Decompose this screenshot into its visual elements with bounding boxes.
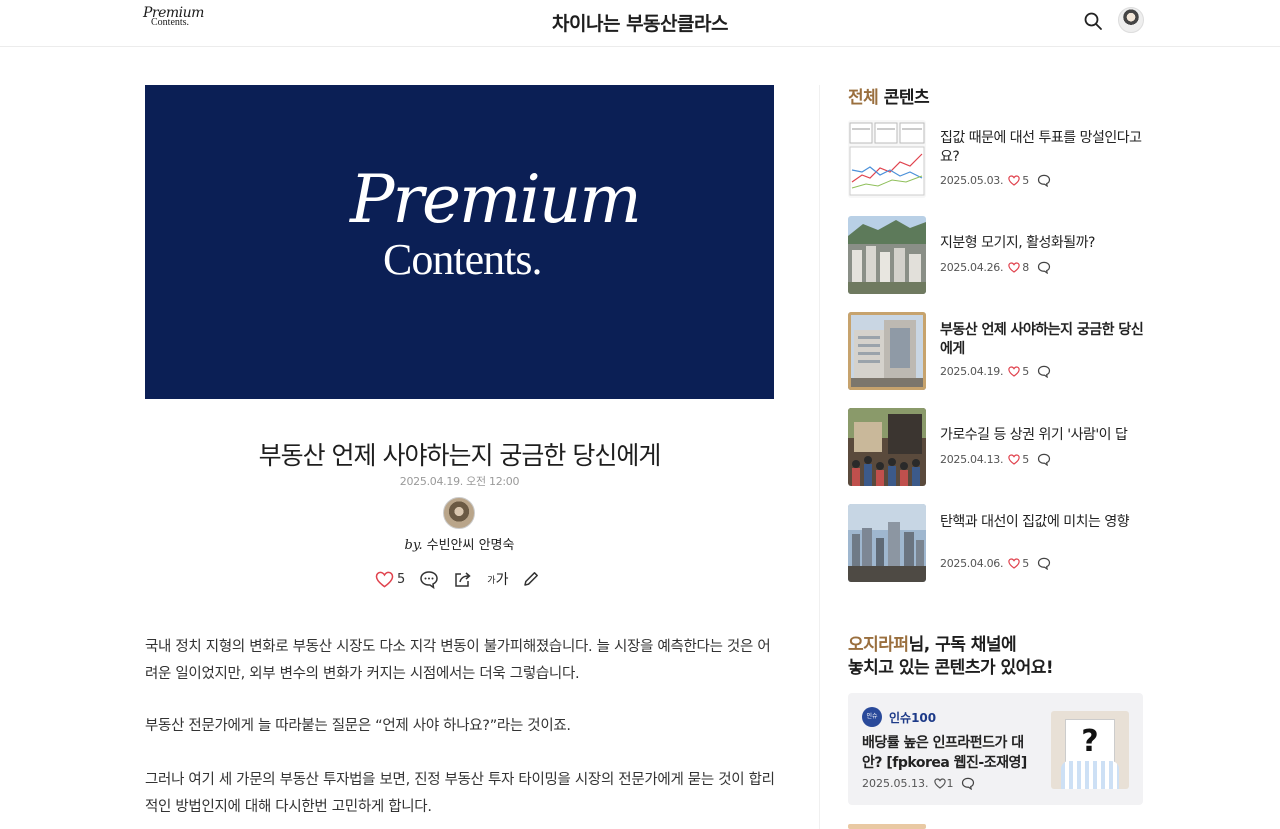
heart-icon [375,571,394,588]
heart-icon [1008,454,1020,465]
recommended-content-card[interactable]: 인슈100 인슈100 배당률 높은 인프라펀드가 대안? [fpkorea 웹… [848,693,1143,805]
share-icon [455,572,471,587]
recommended-content-title: 배당률 높은 인프라펀드가 대안? [fpkorea 웹진-조재영] [862,735,1027,771]
edit-button[interactable] [522,570,540,588]
premium-contents-logo[interactable]: Premium Contents. [143,6,204,34]
share-button[interactable] [453,570,473,588]
content-item-date: 2025.05.03. [940,174,1004,187]
article-title: 부동산 언제 사야하는지 궁금한 당신에게 [258,441,662,470]
article-date: 2025.04.19. 오전 12:00 [399,475,520,488]
content-list-item[interactable]: 지분형 모기지, 활성화될까? 2025.04.26. 8 [848,216,1148,294]
article-banner-image: Premium Contents. [145,85,774,399]
content-item-title: 부동산 언제 사야하는지 궁금한 당신에게 [940,322,1144,357]
like-count-group: 8 [1008,261,1029,274]
content-item-date: 2025.04.13. [940,453,1004,466]
content-item-meta: 2025.04.26. 8 [940,261,1051,274]
heart-icon [1008,175,1020,186]
comment-icon [1037,174,1051,187]
comment-icon [1037,557,1051,570]
like-count: 1 [946,777,954,790]
like-count: 8 [1022,261,1029,274]
content-item-title: 가로수길 등 상권 위기 '사람'이 답 [940,427,1128,443]
next-card-peek [848,824,926,829]
content-list-item[interactable]: 가로수길 등 상권 위기 '사람'이 답 2025.04.13. 5 [848,408,1148,486]
comment-icon [1037,365,1051,378]
heading-accent: 전체 [848,88,879,108]
thumbnail-chart-image [848,120,926,198]
thumbnail-building-image [848,312,926,390]
channel-name[interactable]: 인슈100 [889,709,936,726]
font-size-label: 가 [495,572,509,588]
content-item-date: 2025.04.19. [940,365,1004,378]
content-item-date: 2025.04.26. [940,261,1004,274]
like-count: 5 [1022,453,1029,466]
author-name[interactable]: 수빈안씨 안명숙 [427,538,515,553]
thumbnail-street-crowd-image [848,408,926,486]
like-button[interactable]: 5 [375,571,405,588]
by-prefix: by. [404,538,423,553]
like-count: 5 [1022,557,1029,570]
content-item-title: 탄핵과 대선이 집값에 미치는 영향 [940,514,1130,530]
banner-line2: Contents. [383,235,542,284]
content-item-meta: 2025.05.03. 5 [940,174,1051,187]
font-size-button[interactable]: 가가 [487,569,508,589]
like-count-group: 1 [934,777,953,790]
comment-icon [1037,453,1051,466]
thumbnail-person-shape [1061,761,1119,789]
recommended-content-date: 2025.05.13. [862,777,929,790]
content-item-title: 지분형 모기지, 활성화될까? [940,235,1095,251]
content-item-meta: 2025.04.19. 5 [940,365,1051,378]
recommended-content-meta: 2025.05.13. 1 [862,777,975,790]
article-paragraph-2: 부동산 전문가에게 늘 따라붙는 질문은 “언제 사야 하나요?”라는 것이죠. [145,718,571,734]
pencil-icon [524,572,539,586]
promo-heading-line1: 님, 구독 채널에 [908,635,1017,655]
content-list-item-active[interactable]: 부동산 언제 사야하는지 궁금한 당신에게 2025.04.19. 5 [848,312,1148,390]
promo-username: 오지라퍼 [848,635,909,655]
comment-icon [1037,261,1051,274]
comment-button[interactable] [419,570,439,589]
article-paragraph-3: 그러나 여기 세 가문의 부동산 투자법을 보면, 진정 부동산 투자 타이밍을… [145,772,775,815]
content-item-meta: 2025.04.13. 5 [940,453,1051,466]
logo-line2: Contents. [151,17,190,28]
heading-rest: 콘텐츠 [878,88,930,108]
comment-icon [961,777,975,790]
like-count-group: 5 [1008,453,1029,466]
thumbnail-city-skyline-image [848,504,926,582]
question-mark-sign: ? [1065,719,1115,763]
content-list-item[interactable]: 집값 때문에 대선 투표를 망설인다고요? 2025.05.03. 5 [848,120,1148,198]
like-count-group: 5 [1008,174,1029,187]
like-count-group: 5 [1008,365,1029,378]
comment-icon [420,570,439,589]
content-list-item[interactable]: 탄핵과 대선이 집값에 미치는 영향 2025.04.06. 5 [848,504,1148,582]
search-icon[interactable] [1082,10,1104,32]
heart-icon [934,778,947,789]
font-size-small-label: 가 [487,575,496,586]
banner-line1: Premium [350,161,642,238]
promo-heading-line2: 놓치고 있는 콘텐츠가 있어요! [848,658,1054,678]
content-item-title: 집값 때문에 대선 투표를 망설인다고요? [940,130,1142,165]
content-item-meta: 2025.04.06. 5 [940,557,1051,570]
thumbnail-apartments-image [848,216,926,294]
heart-icon [1008,262,1020,273]
all-contents-heading: 전체 콘텐츠 [848,83,930,108]
article-actions: 5 가가 [375,568,554,590]
author-avatar[interactable] [443,497,475,529]
heart-icon [1008,558,1020,569]
author-byline: by. 수빈안씨 안명숙 [145,534,774,553]
heart-icon [1008,366,1020,377]
column-divider [819,85,820,829]
top-header: Premium Contents. 차이나는 부동산클라스 [0,0,1280,47]
user-avatar[interactable] [1118,7,1144,33]
subscription-promo-heading: 오지라퍼님, 구독 채널에 놓치고 있는 콘텐츠가 있어요! [848,634,1054,680]
like-count: 5 [397,571,406,587]
channel-badge-icon: 인슈100 [862,707,882,740]
like-count: 5 [1022,365,1029,378]
article-paragraph-1: 국내 정치 지형의 변화로 부동산 시장도 다소 지각 변동이 불가피해졌습니다… [145,639,771,682]
like-count: 5 [1022,174,1029,187]
recommended-content-thumbnail: ? [1051,711,1129,789]
like-count-group: 5 [1008,557,1029,570]
content-item-date: 2025.04.06. [940,557,1004,570]
